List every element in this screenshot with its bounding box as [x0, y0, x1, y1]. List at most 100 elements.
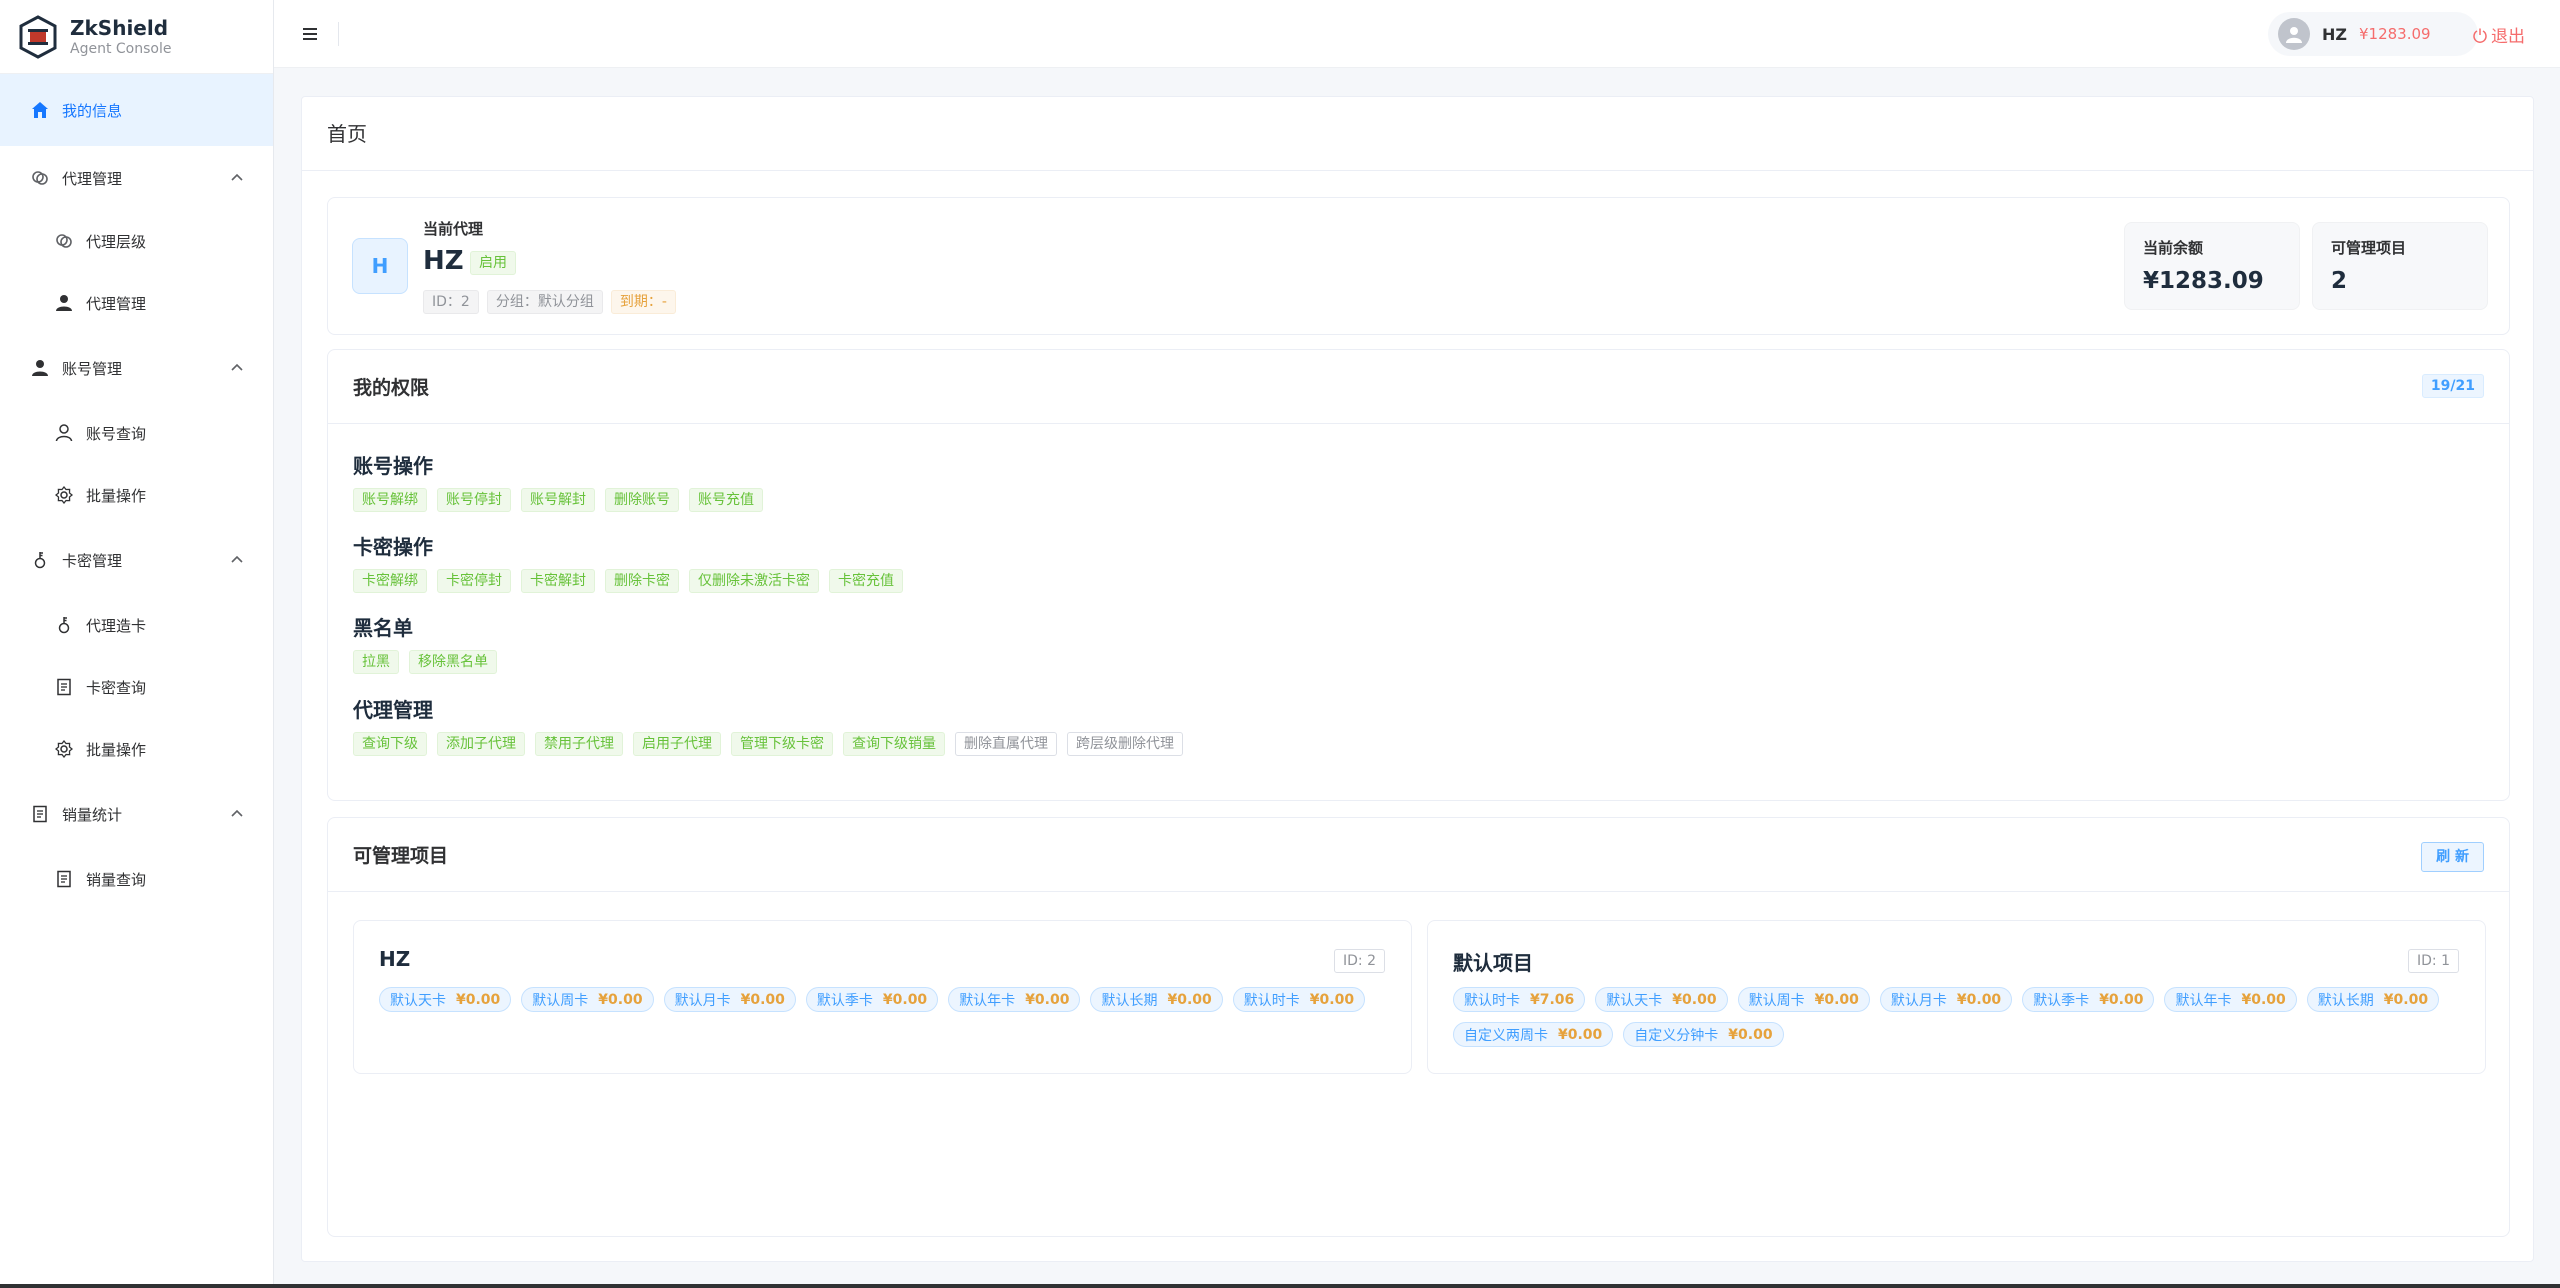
price-value: ¥0.00	[740, 991, 785, 1008]
divider	[338, 22, 339, 46]
sidebar-item-label: 我的信息	[62, 101, 123, 120]
price-name: 默认时卡	[1464, 992, 1520, 1009]
price-pill: 自定义分钟卡 ¥0.00	[1623, 1022, 1784, 1047]
permissions-panel: 我的权限 19/21 账号操作 账号解绑 账号停封 账号解封 删除账号 账号充值 卡密操作卡…	[327, 349, 2510, 801]
status-badge: 启用	[470, 251, 516, 275]
sidebar-item-label: 批量操作	[86, 486, 147, 505]
price-value: ¥0.00	[2383, 991, 2429, 1008]
permission-group-title: 卡密操作	[353, 535, 433, 559]
permission-tag: 卡密解绑	[353, 569, 427, 593]
sidebar-item-account-batch[interactable]: 批量操作	[0, 464, 273, 526]
refresh-button[interactable]: 刷 新	[2421, 842, 2484, 872]
permission-group-title: 账号操作	[353, 454, 433, 478]
menu-toggle-icon[interactable]	[300, 24, 320, 44]
price-value: ¥0.00	[1025, 991, 1070, 1008]
chevron-up-icon	[231, 173, 243, 181]
permission-tag: 仅删除未激活卡密	[689, 569, 819, 593]
price-name: 默认年卡	[959, 992, 1016, 1009]
bottom-edge	[0, 1284, 2560, 1288]
sidebar-item-card-batch[interactable]: 批量操作	[0, 718, 273, 780]
price-name: 默认长期	[1101, 992, 1158, 1009]
key-icon	[54, 615, 74, 635]
sidebar-item-sales-query[interactable]: 销量查询	[0, 848, 273, 910]
permission-tag: 账号充值	[689, 488, 763, 512]
price-name: 默认季卡	[2033, 992, 2090, 1009]
price-name: 默认周卡	[1748, 992, 1805, 1009]
permission-tag: 添加子代理	[437, 732, 525, 756]
balance-value: ¥1283.09	[2143, 268, 2264, 294]
user-balance: ¥1283.09	[2359, 25, 2431, 43]
permissions-count-badge: 19/21	[2421, 374, 2484, 398]
sidebar-item-label: 代理造卡	[86, 616, 147, 635]
price-list: 默认时卡 ¥7.06 默认天卡 ¥0.00 默认周卡 ¥0.00 默认月卡 ¥0.00 默认季卡…	[1453, 987, 2465, 1047]
price-value: ¥0.00	[2099, 991, 2144, 1008]
logout-label: 退出	[2491, 27, 2525, 47]
logout-button[interactable]: 退出	[2472, 22, 2525, 47]
price-value: ¥0.00	[1814, 991, 1859, 1008]
brand[interactable]: ZkShield Agent Console	[0, 0, 273, 74]
user-outline-icon	[54, 423, 74, 443]
sidebar-item-label: 销量统计	[62, 805, 123, 824]
price-list: 默认天卡 ¥0.00 默认周卡 ¥0.00 默认月卡 ¥0.00 默认季卡 ¥0.00 默认年卡…	[379, 987, 1391, 1012]
price-value: ¥0.00	[1728, 1026, 1773, 1043]
price-pill: 默认长期 ¥0.00	[2306, 987, 2440, 1012]
projects-header: 可管理项目 刷 新	[328, 818, 2509, 892]
brand-subtitle: Agent Console	[70, 40, 172, 57]
agent-meta: ID：2 分组：默认分组 到期：-	[423, 290, 676, 314]
project-name: 默认项目	[1453, 951, 1533, 975]
sidebar-item-label: 代理管理	[86, 294, 147, 313]
agent-group-tag: 分组：默认分组	[486, 290, 603, 314]
agent-section-label: 当前代理	[423, 220, 484, 238]
agent-avatar: H	[352, 238, 408, 294]
sidebar-item-label: 销量查询	[86, 870, 147, 889]
sidebar-menu: 我的信息 代理管理 代理层级 代理管理 账号管理 账号查询 批量操作 卡密管理 …	[0, 74, 273, 910]
sidebar-item-card-query[interactable]: 卡密查询	[0, 656, 273, 718]
price-value: ¥7.06	[1530, 991, 1575, 1008]
price-pill: 默认年卡 ¥0.00	[2164, 987, 2297, 1012]
price-name: 默认周卡	[532, 992, 589, 1009]
sidebar-group-account-management[interactable]: 账号管理	[0, 334, 273, 402]
price-value: ¥0.00	[2241, 991, 2286, 1008]
user-name: HZ	[2322, 24, 2347, 44]
price-pill: 默认年卡 ¥0.00	[948, 987, 1081, 1012]
price-name: 默认月卡	[1890, 992, 1947, 1009]
key-icon	[30, 550, 50, 570]
permission-tag: 删除直属代理	[955, 732, 1057, 756]
sidebar-item-agent-create-card[interactable]: 代理造卡	[0, 594, 273, 656]
price-pill: 默认天卡 ¥0.00	[379, 987, 512, 1012]
price-name: 默认天卡	[390, 992, 446, 1009]
projects-count-value: 2	[2331, 268, 2348, 294]
sidebar-item-label: 代理层级	[86, 232, 147, 251]
document-icon	[54, 869, 74, 889]
permission-tag: 账号解绑	[353, 488, 427, 512]
agent-id-tag: ID：2	[423, 290, 479, 314]
price-name: 自定义分钟卡	[1634, 1027, 1719, 1044]
permission-tag: 删除账号	[605, 488, 679, 512]
project-card[interactable]: 默认项目 ID: 1 默认时卡 ¥7.06 默认天卡 ¥0.00 默认周卡 ¥0.00 默认…	[1427, 920, 2486, 1074]
price-value: ¥0.00	[1167, 991, 1212, 1008]
price-pill: 默认天卡 ¥0.00	[1595, 987, 1728, 1012]
agent-info-panel: H 当前代理 HZ 启用 ID：2 分组：默认分组 到期：- 当前余额 ¥128…	[327, 197, 2510, 335]
sidebar-item-agent-management[interactable]: 代理管理	[0, 272, 273, 334]
permission-tag: 禁用子代理	[535, 732, 623, 756]
sidebar-item-account-query[interactable]: 账号查询	[0, 402, 273, 464]
permission-tag: 跨层级删除代理	[1067, 732, 1183, 756]
permission-tag: 账号解封	[521, 488, 595, 512]
price-pill: 默认季卡 ¥0.00	[2022, 987, 2155, 1012]
project-card[interactable]: HZ ID: 2 默认天卡 ¥0.00 默认周卡 ¥0.00 默认月卡 ¥0.00 默认季卡…	[353, 920, 1412, 1074]
project-name: HZ	[379, 947, 411, 971]
price-value: ¥0.00	[598, 991, 643, 1008]
sidebar-item-my-info[interactable]: 我的信息	[0, 74, 273, 146]
home-icon	[30, 100, 50, 120]
link-icon	[54, 231, 74, 251]
user-chip[interactable]: HZ ¥1283.09	[2268, 12, 2478, 56]
price-name: 默认天卡	[1606, 992, 1663, 1009]
sidebar-item-agent-levels[interactable]: 代理层级	[0, 210, 273, 272]
user-icon	[54, 293, 74, 313]
price-value: ¥0.00	[456, 991, 501, 1008]
price-pill: 默认周卡 ¥0.00	[521, 987, 654, 1012]
permission-group-title: 代理管理	[353, 698, 433, 722]
sidebar-group-card-management[interactable]: 卡密管理	[0, 526, 273, 594]
sidebar-group-sales-stats[interactable]: 销量统计	[0, 780, 273, 848]
sidebar-group-agent-management[interactable]: 代理管理	[0, 146, 273, 210]
